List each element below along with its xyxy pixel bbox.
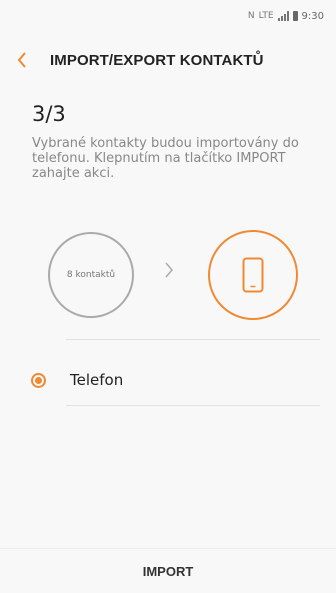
divider — [66, 405, 320, 406]
source-contacts-label: 8 kontaktů — [66, 270, 116, 280]
divider — [66, 339, 320, 340]
battery-icon — [292, 11, 298, 21]
chevron-left-icon — [17, 52, 26, 68]
back-button[interactable] — [0, 40, 44, 80]
option-telefon[interactable]: Telefon — [0, 355, 336, 405]
status-time: 9:30 — [301, 10, 324, 22]
radio-dot — [35, 376, 42, 384]
nfc-icon: N — [247, 11, 255, 21]
chevron-right-icon — [165, 262, 173, 278]
source-contacts-circle: 8 kontaktů — [48, 232, 134, 318]
step-indicator: 3/3 — [32, 102, 66, 126]
import-button[interactable]: IMPORT — [0, 548, 336, 593]
app-header: IMPORT/EXPORT KONTAKTŮ — [0, 40, 336, 80]
phone-icon — [242, 257, 264, 293]
step-description: Vybrané kontakty budou importovány do te… — [32, 136, 299, 181]
destination-phone-circle[interactable] — [208, 230, 298, 320]
network-type-icon: LTE — [258, 11, 274, 21]
page-title: IMPORT/EXPORT KONTAKTŮ — [50, 51, 264, 69]
signal-icon — [277, 11, 289, 21]
option-label: Telefon — [70, 371, 124, 389]
radio-button-selected[interactable] — [31, 372, 46, 388]
status-bar: N LTE 9:30 — [0, 0, 336, 32]
